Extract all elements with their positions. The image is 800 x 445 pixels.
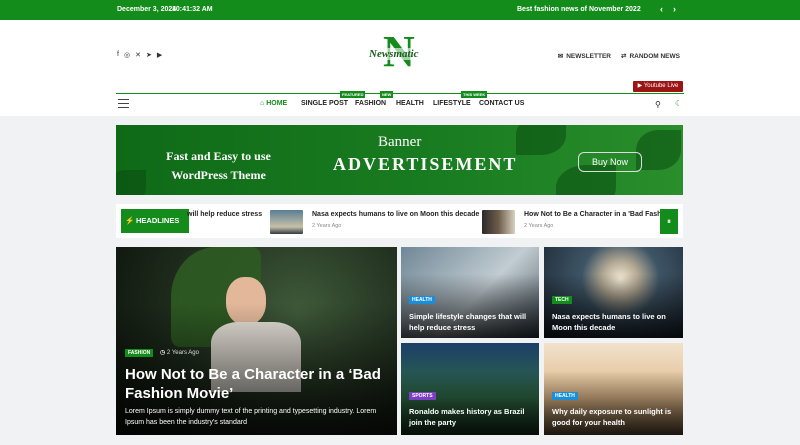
featured-post-title[interactable]: How Not to Be a Character in a ‘Bad Fash… [125,365,387,403]
current-date: December 3, 2024 [117,6,177,13]
category-badge[interactable]: FASHION [125,349,154,357]
post-date-text: 2 Years Ago [166,350,199,356]
top-bar: December 3, 2024 10:41:32 AM Best fashio… [0,0,800,20]
featured-badge: FEATURED [340,91,366,98]
lightning-icon: ⚡ [125,216,135,225]
dark-mode-moon-icon[interactable]: ☾ [675,99,682,108]
shuffle-icon: ⇄ [620,53,627,60]
banner-subtitle: ADVERTISEMENT [333,154,518,174]
ticker-item-date: 2 Years Ago [312,223,342,229]
post-card[interactable]: HEALTH Why daily exposure to sunlight is… [544,343,683,435]
top-headline-link[interactable]: Best fashion news of November 2022 [517,6,641,13]
ticker-item-date: 2 Years Ago [524,223,554,229]
post-title[interactable]: Nasa expects humans to live on Moon this… [552,311,679,333]
instagram-icon[interactable]: ◎ [124,51,130,59]
newsletter-link[interactable]: ✉ NEWSLETTER [557,52,611,61]
category-badge[interactable]: TECH [552,296,572,304]
headlines-text: HEADLINES [136,216,180,225]
featured-post-card[interactable]: FASHION ◷ 2 Years Ago How Not to Be a Ch… [116,247,397,435]
ticker-thumbnail[interactable] [270,210,303,234]
ticker-item-title[interactable]: Nasa expects humans to live on Moon this… [312,211,479,218]
social-links: f ◎ ✕ ➤ ▶ [117,51,162,59]
buy-now-button[interactable]: Buy Now [578,152,642,172]
x-icon[interactable]: ✕ [135,51,141,59]
nav-label: HOME [266,100,288,107]
current-time: 10:41:32 AM [172,6,213,13]
post-card[interactable]: TECH Nasa expects humans to live on Moon… [544,247,683,338]
logo-text: Newsmatic [368,48,420,60]
facebook-icon[interactable]: f [117,51,119,59]
nav-label: FASHION [355,100,387,107]
banner-tagline: Fast and Easy to use WordPress Theme [166,149,271,182]
random-news-label: RANDOM NEWS [629,52,680,60]
nav-label: HEALTH [396,100,424,107]
ticker-thumbnail[interactable] [482,210,515,234]
category-badge[interactable]: HEALTH [552,392,578,400]
nav-item-single-post[interactable]: SINGLE POST [301,100,348,107]
post-date: ◷ 2 Years Ago [160,349,199,356]
search-icon[interactable]: ⚲ [655,100,661,109]
banner-advertisement[interactable]: Fast and Easy to use WordPress Theme Ban… [116,125,683,195]
post-card[interactable]: HEALTH Simple lifestyle changes that wil… [401,247,539,338]
category-badge[interactable]: SPORTS [409,392,436,400]
youtube-live-button[interactable]: ▶ Youtube Live [633,81,683,92]
telegram-icon[interactable]: ➤ [146,51,152,59]
chevron-right-icon[interactable]: › [673,4,676,14]
nav-label: LIFESTYLE [433,100,471,107]
nav-item-contact-us[interactable]: CONTACT US [479,100,524,107]
nav-item-fashion[interactable]: FEATURED FASHION [340,91,387,107]
nav-divider [116,93,684,94]
site-logo[interactable]: N Newsmatic [362,29,432,78]
chevron-left-icon[interactable]: ‹ [660,4,663,14]
site-header: f ◎ ✕ ➤ ▶ N Newsmatic ✉NEWSLETTER ⇄RANDO… [0,20,800,116]
nav-item-lifestyle[interactable]: THIS WEEK LIFESTYLE [433,91,488,107]
category-badge[interactable]: HEALTH [409,296,435,304]
post-title[interactable]: Simple lifestyle changes that will help … [409,311,534,333]
post-card[interactable]: SPORTS Ronaldo makes history as Brazil j… [401,343,539,435]
random-news-link[interactable]: ⇄ RANDOM NEWS [620,52,680,61]
youtube-icon[interactable]: ▶ [157,51,162,59]
banner-title: Banner [378,134,422,150]
new-badge: NEW [380,91,394,98]
ticker-pause-button[interactable]: ⏸ [660,209,678,234]
headlines-ticker: ⚡ HEADLINES will help reduce stress Nasa … [116,204,683,238]
this-week-badge: THIS WEEK [461,91,488,98]
post-title[interactable]: Why daily exposure to sunlight is good f… [552,406,679,428]
ticker-item-title[interactable]: will help reduce stress [187,211,262,218]
youtube-live-label: Youtube Live [643,83,679,89]
ticker-item-title[interactable]: How Not to Be a Character in a 'Bad Fash… [524,211,672,218]
home-icon: ⌂ [260,100,265,107]
clock-icon: ◷ [160,350,166,356]
featured-post-excerpt: Lorem Ipsum is simply dummy text of the … [125,408,377,426]
post-title[interactable]: Ronaldo makes history as Brazil join the… [409,406,534,428]
nav-item-home[interactable]: ⌂ HOME [260,100,287,107]
menu-hamburger-icon[interactable] [118,99,129,111]
newsletter-icon: ✉ [557,53,564,60]
newsletter-label: NEWSLETTER [566,52,611,60]
nav-item-health[interactable]: NEW HEALTH [380,91,424,107]
headlines-label: ⚡ HEADLINES [121,209,189,233]
